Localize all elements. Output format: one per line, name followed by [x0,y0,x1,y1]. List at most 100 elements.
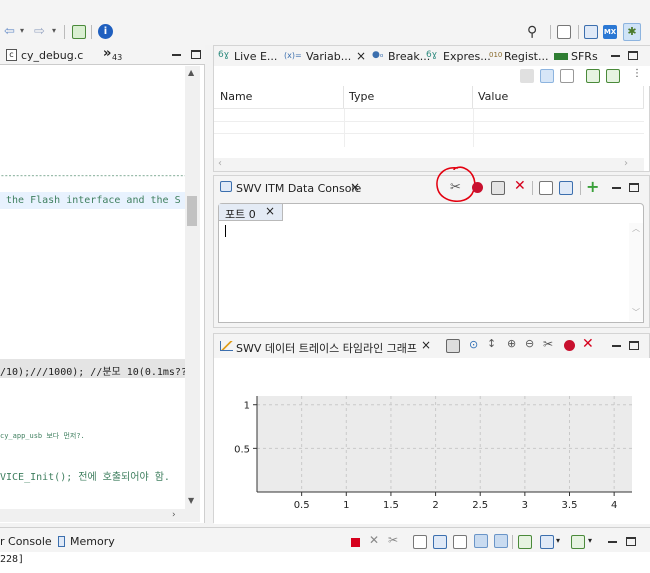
x-tick-label: 2.5 [472,500,488,511]
code-area[interactable]: ----------------------------------------… [0,66,185,509]
scroll-up-icon[interactable]: ▲ [188,68,194,77]
info-icon[interactable]: ⊙ [469,338,478,351]
collapse-all-icon[interactable] [520,69,534,83]
tab-console[interactable]: r Console [0,535,52,548]
console-vertical-scrollbar[interactable]: ︿ ﹀ [629,223,643,321]
tab-overflow-count: 43 [112,53,123,62]
chevron-down-icon[interactable]: ▾ [556,536,560,545]
tab-variables[interactable]: Variab... [306,50,351,63]
search-icon[interactable]: ⚲ [527,24,537,40]
word-wrap-icon[interactable] [433,535,447,549]
clear-graph-icon[interactable]: ✕ [582,336,594,352]
chevron-down-icon[interactable]: ▾ [588,536,592,545]
back-nav-button[interactable]: ⇦ [4,24,15,39]
scroll-right-icon[interactable]: › [172,510,176,520]
tab-swv-graph[interactable]: SWV 데이터 트레이스 타임라인 그래프 [236,340,417,356]
close-tab-icon[interactable]: × [356,49,366,63]
cc-perspective-icon[interactable] [584,25,598,39]
trace-timeline-chart: 0.5 1 1.5 2 2.5 3 3.5 4 1 0.5 [234,396,632,511]
view-menu-icon[interactable] [571,535,585,549]
tab-breakpoints[interactable]: Break... [388,50,430,63]
close-tab-icon[interactable]: × [350,180,360,194]
scroll-up-icon[interactable]: ︿ [632,223,640,234]
mx-perspective-icon[interactable]: MX [603,25,617,39]
tab-overflow-button[interactable]: » [103,46,111,61]
show-on-output-icon[interactable] [453,535,467,549]
live-expressions-icon: 6ɣ [218,50,230,60]
minimize-button[interactable] [172,54,181,56]
info-icon[interactable]: i [98,24,113,39]
perspective-grid-icon[interactable] [557,25,571,39]
debug-perspective-icon[interactable]: ✱ [623,23,641,41]
new-view-icon[interactable] [586,69,600,83]
maximize-button[interactable] [191,50,201,59]
port-tab-0[interactable]: 포트 0 × [219,204,283,221]
maximize-button[interactable] [629,183,639,192]
open-perspective-icon[interactable] [72,25,86,39]
column-header-value[interactable]: Value [474,86,644,108]
tab-swv-itm-console[interactable]: SWV ITM Data Console [236,182,361,195]
tab-registers[interactable]: Regist... [504,50,549,63]
zoom-in-icon[interactable]: ⊕ [507,337,516,350]
pin-console-icon[interactable] [474,534,488,548]
x-tick-label: 1 [343,500,349,511]
maximize-button[interactable] [628,51,638,60]
tab-expressions[interactable]: Expres... [443,50,491,63]
console-text-area[interactable] [221,223,629,321]
save-log-icon[interactable] [559,181,573,195]
close-tab-icon[interactable]: × [265,204,275,218]
column-header-type[interactable]: Type [345,86,473,108]
scroll-thumb[interactable] [187,196,197,226]
scroll-down-icon[interactable]: ▼ [188,496,194,505]
maximize-button[interactable] [626,537,636,546]
open-console-icon[interactable] [518,535,532,549]
editor-tab-cy-debug[interactable]: cy_debug.c [21,49,83,62]
remove-launch-icon[interactable]: ✕ [369,533,379,547]
show-type-names-icon[interactable] [540,69,554,83]
configure-trace-icon[interactable]: ✂ [543,337,553,351]
editor-vertical-scrollbar[interactable]: ▲ ▼ [185,66,200,509]
back-dropdown-icon[interactable]: ▾ [20,26,24,35]
export-icon[interactable] [539,181,553,195]
editor-horizontal-scrollbar[interactable]: › [0,509,200,522]
forward-dropdown-icon[interactable]: ▾ [52,26,56,35]
pin-view-icon[interactable] [606,69,620,83]
adjust-y-axis-icon[interactable]: ↕ [487,337,496,350]
variables-table: Name Type Value [214,86,644,161]
sfrs-icon [554,53,568,60]
swv-graph-view: SWV 데이터 트레이스 타임라인 그래프 × ⊙ ↕ ⊕ ⊖ ✂ ✕ 0.5 1… [213,333,650,524]
close-tab-icon[interactable]: × [421,338,431,352]
minimize-button[interactable] [612,345,621,347]
variables-horizontal-scrollbar[interactable]: ‹ › [214,158,644,171]
scroll-left-icon[interactable]: ‹ [218,158,222,169]
display-console-icon[interactable] [494,534,508,548]
add-port-icon[interactable]: + [586,177,599,196]
scroll-right-icon[interactable]: › [624,158,628,169]
scroll-down-icon[interactable]: ﹀ [632,307,640,318]
minimize-button[interactable] [608,541,617,543]
tab-live-expressions[interactable]: Live E... [234,50,277,63]
scroll-lock-icon[interactable] [413,535,427,549]
zoom-out-icon[interactable]: ⊖ [525,337,534,350]
terminate-icon[interactable] [351,538,360,547]
new-console-icon[interactable] [540,535,554,549]
console-output-area: 228] [0,552,650,573]
y-tick-label: 0.5 [234,444,250,455]
forward-nav-button[interactable]: ⇨ [34,24,45,39]
tab-memory[interactable]: Memory [70,535,115,548]
clear-console-icon[interactable]: ✕ [514,178,526,194]
snapshot-icon[interactable] [446,339,460,353]
tab-sfrs[interactable]: SFRs [571,50,598,63]
column-header-name[interactable]: Name [216,86,344,108]
start-trace-icon[interactable] [472,182,483,193]
console-icon [220,181,232,192]
remove-port-icon[interactable] [491,181,505,195]
minimize-button[interactable] [612,187,621,189]
remove-all-icon[interactable]: ✂ [388,533,398,547]
graph-canvas[interactable]: 0.5 1 1.5 2 2.5 3 3.5 4 1 0.5 [214,358,650,524]
view-menu-icon[interactable]: ⋮ [632,68,642,79]
maximize-button[interactable] [629,341,639,350]
layout-icon[interactable] [560,69,574,83]
start-trace-icon[interactable] [564,340,575,351]
minimize-button[interactable] [611,55,620,57]
